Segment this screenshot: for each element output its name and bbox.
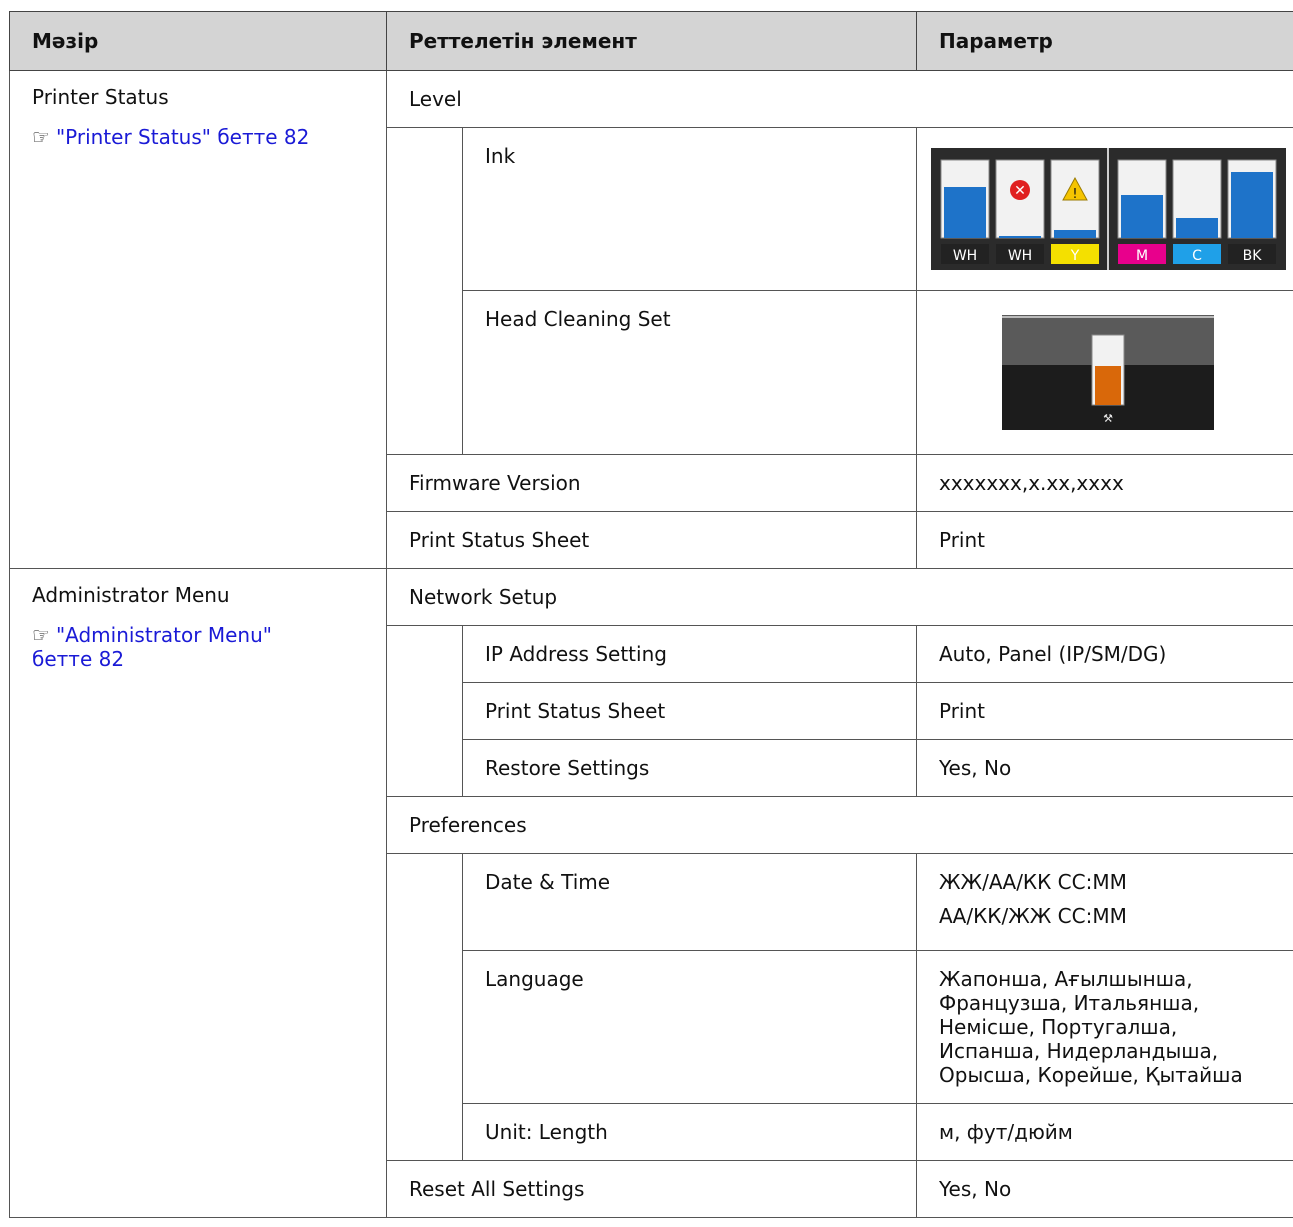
ink-label: WH: [952, 248, 976, 264]
warning-icon-mark: !: [1072, 187, 1077, 202]
item-firmware: Firmware Version: [386, 454, 917, 512]
value-print-status-sheet: Print: [916, 511, 1293, 569]
item-date-time: Date & Time: [462, 853, 917, 951]
ink-level-fill: [998, 236, 1041, 238]
value-unit-length: м, фут/дюйм: [916, 1103, 1293, 1161]
date-format-2: АА/КК/ЖЖ СС:ММ: [939, 904, 1127, 928]
ink-level-cell: WH WH ✕ Y! M C BK: [916, 127, 1293, 291]
administrator-link-text-line2: бетте 82: [32, 647, 125, 671]
item-level: Level: [386, 70, 1293, 128]
wrench-drop-icon: ⚒: [1103, 412, 1113, 425]
item-unit-length: Unit: Length: [462, 1103, 917, 1161]
printer-status-page-link[interactable]: ☞ "Printer Status" бетте 82: [32, 125, 364, 149]
administrator-page-link[interactable]: ☞ "Administrator Menu" бетте 82: [32, 623, 364, 671]
pointing-hand-icon: ☞: [32, 125, 50, 149]
ink-level-fill: [1120, 195, 1163, 238]
item-restore-settings: Restore Settings: [462, 739, 917, 797]
value-admin-print-status-sheet: Print: [916, 682, 1293, 740]
date-format-1: ЖЖ/АА/КК СС:ММ: [939, 870, 1127, 894]
menu-label-printer-status: Printer Status: [32, 85, 169, 109]
item-admin-print-status-sheet: Print Status Sheet: [462, 682, 917, 740]
item-print-status-sheet: Print Status Sheet: [386, 511, 917, 569]
ink-level-fill: [1175, 218, 1218, 238]
pointing-hand-icon: ☞: [32, 623, 50, 647]
administrator-link-text-line1: "Administrator Menu": [55, 623, 272, 647]
ink-label: Y: [1069, 248, 1079, 264]
error-icon-mark: ✕: [1014, 183, 1026, 199]
item-head-cleaning: Head Cleaning Set: [462, 290, 917, 455]
indent-spacer: [386, 127, 463, 455]
ink-label: C: [1192, 248, 1202, 264]
item-preferences: Preferences: [386, 796, 1293, 854]
indent-spacer: [386, 853, 463, 1161]
item-ink: Ink: [462, 127, 917, 291]
header-parameter: Параметр: [916, 11, 1293, 71]
printer-status-link-text: "Printer Status" бетте 82: [55, 125, 310, 149]
settings-menu-table: Мәзір Реттелетін элемент Параметр Printe…: [9, 11, 1293, 1218]
head-cleaning-graphic: ⚒: [1002, 315, 1214, 430]
table-row: Printer Status ☞ "Printer Status" бетте 8…: [9, 70, 1293, 569]
value-language: Жапонша, Ағылшынша, Французша, Итальянша…: [916, 950, 1293, 1104]
header-menu: Мәзір: [9, 11, 387, 71]
indent-spacer: [386, 625, 463, 797]
ink-level-fill: [1230, 172, 1273, 238]
ink-label: M: [1135, 248, 1147, 264]
ink-level-image: WH WH ✕ Y! M C BK: [930, 148, 1286, 270]
table-row: Administrator Menu ☞ "Administrator Menu"…: [9, 568, 1293, 1218]
menu-label-administrator: Administrator Menu: [32, 583, 230, 607]
header-item: Реттелетін элемент: [386, 11, 917, 71]
head-cleaning-fill: [1095, 366, 1121, 405]
value-restore-settings: Yes, No: [916, 739, 1293, 797]
item-language: Language: [462, 950, 917, 1104]
table-header-row: Мәзір Реттелетін элемент Параметр: [9, 11, 1293, 71]
ink-level-fill: [943, 187, 986, 238]
value-date-time: ЖЖ/АА/КК СС:ММ АА/КК/ЖЖ СС:ММ: [916, 853, 1293, 951]
ink-label: BK: [1242, 248, 1262, 264]
menu-cell-printer-status: Printer Status ☞ "Printer Status" бетте 8…: [9, 70, 387, 569]
value-firmware: xxxxxxx,x.xx,xxxx: [916, 454, 1293, 512]
ink-label: WH: [1007, 248, 1031, 264]
item-ip-address: IP Address Setting: [462, 625, 917, 683]
head-cleaning-image: ⚒: [1002, 315, 1214, 430]
item-network-setup: Network Setup: [386, 568, 1293, 626]
ink-level-graphic: WH WH ✕ Y! M C BK: [930, 148, 1286, 270]
head-cleaning-cell: ⚒: [916, 290, 1293, 455]
menu-cell-administrator: Administrator Menu ☞ "Administrator Menu"…: [9, 568, 387, 1218]
item-reset-all: Reset All Settings: [386, 1160, 917, 1218]
value-ip-address: Auto, Panel (IP/SM/DG): [916, 625, 1293, 683]
ink-level-fill: [1053, 230, 1096, 238]
value-reset-all: Yes, No: [916, 1160, 1293, 1218]
